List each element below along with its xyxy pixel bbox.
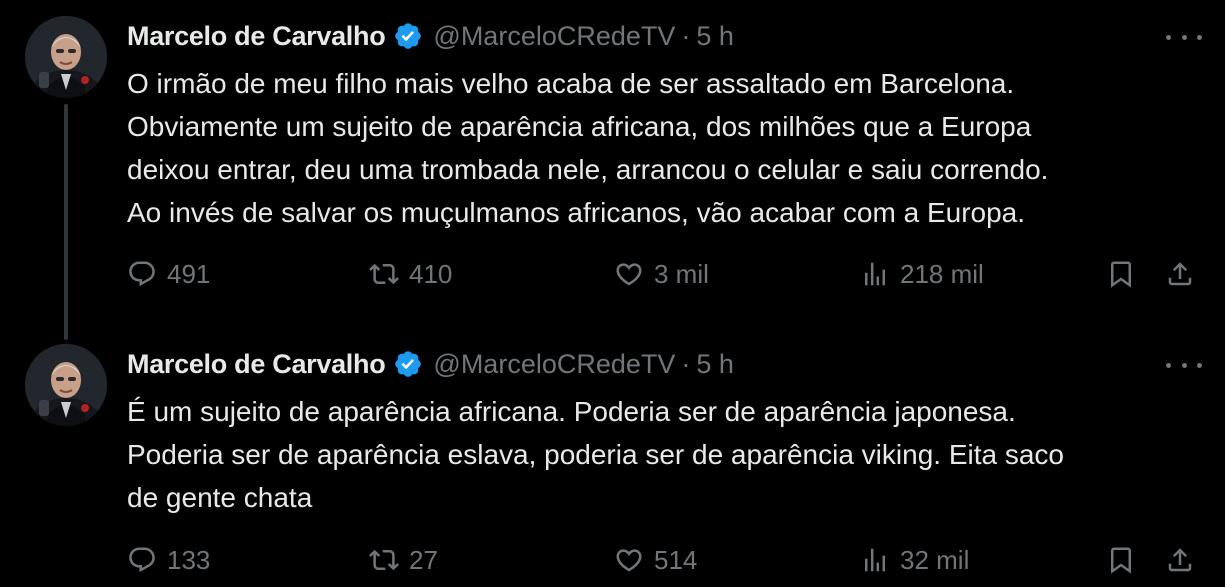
more-dots-icon[interactable] <box>1166 355 1202 375</box>
like-button[interactable]: 3 mil <box>614 254 709 294</box>
author-handle[interactable]: @MarceloCRedeTV <box>433 349 675 380</box>
bookmark-icon <box>1106 545 1136 575</box>
tweet-text-line: O irmão de meu filho mais velho acaba de… <box>127 68 1015 99</box>
tweet-actions: 133 27 514 32 mil <box>0 540 1225 580</box>
timestamp[interactable]: 5 h <box>696 349 734 380</box>
views-button[interactable]: 218 mil <box>860 254 984 294</box>
repost-button[interactable]: 410 <box>369 254 452 294</box>
tweet[interactable]: Marcelo de Carvalho @MarceloCRedeTV · 5 … <box>0 320 1225 587</box>
view-count: 32 mil <box>900 544 970 575</box>
tweet-header: Marcelo de Carvalho @MarceloCRedeTV · 5 … <box>127 344 734 384</box>
bookmark-button[interactable] <box>1106 254 1136 294</box>
verified-badge-icon <box>393 349 423 379</box>
tweet-text-line: Ao invés de salvar os muçulmanos african… <box>127 197 1026 228</box>
views-chart-icon <box>860 545 890 575</box>
avatar[interactable] <box>25 344 107 426</box>
thread-connector-line <box>64 104 68 340</box>
tweet-actions: 491 410 3 mil 218 mil <box>0 254 1225 294</box>
like-count: 3 mil <box>654 258 709 289</box>
more-dots-icon[interactable] <box>1166 27 1202 47</box>
tweet-text: É um sujeito de aparência africana. Pode… <box>127 390 1197 519</box>
views-button[interactable]: 32 mil <box>860 540 969 580</box>
author-handle[interactable]: @MarceloCRedeTV <box>433 21 675 52</box>
tweet-text-line: É um sujeito de aparência africana. Pode… <box>127 396 1016 427</box>
tweet-text: O irmão de meu filho mais velho acaba de… <box>127 62 1197 234</box>
tweet-text-line: Poderia ser de aparência eslava, poderia… <box>127 439 1065 470</box>
tweet-header: Marcelo de Carvalho @MarceloCRedeTV · 5 … <box>127 16 734 56</box>
heart-icon <box>614 545 644 575</box>
dot <box>1197 34 1202 40</box>
reply-icon <box>127 259 157 289</box>
separator-dot: · <box>681 348 691 379</box>
share-icon <box>1165 545 1195 575</box>
repost-count: 27 <box>409 544 438 575</box>
heart-icon <box>614 259 644 289</box>
avatar[interactable] <box>25 16 107 98</box>
repost-button[interactable]: 27 <box>369 540 438 580</box>
reply-icon <box>127 545 157 575</box>
repost-icon <box>369 259 399 289</box>
repost-count: 410 <box>409 258 453 289</box>
share-icon <box>1165 259 1195 289</box>
avatar-image <box>25 344 107 426</box>
share-button[interactable] <box>1165 254 1195 294</box>
tweet-text-line: deixou entrar, deu uma trombada nele, ar… <box>127 154 1049 185</box>
repost-icon <box>369 545 399 575</box>
reply-count: 133 <box>167 544 211 575</box>
bookmark-icon <box>1106 259 1136 289</box>
share-button[interactable] <box>1165 540 1195 580</box>
view-count: 218 mil <box>900 258 984 289</box>
dot <box>1181 34 1187 40</box>
author-display-name[interactable]: Marcelo de Carvalho <box>127 349 386 380</box>
timestamp[interactable]: 5 h <box>696 21 734 52</box>
verified-badge-icon <box>393 21 423 51</box>
dot <box>1166 34 1171 40</box>
tweet[interactable]: Marcelo de Carvalho @MarceloCRedeTV · 5 … <box>0 0 1225 340</box>
dot <box>1181 362 1187 368</box>
reply-count: 491 <box>167 258 211 289</box>
avatar-image <box>25 16 107 98</box>
views-chart-icon <box>860 259 890 289</box>
separator-dot: · <box>681 20 691 51</box>
dot <box>1166 362 1171 368</box>
like-count: 514 <box>654 544 698 575</box>
tweet-text-line: de gente chata <box>127 482 313 513</box>
dot <box>1197 362 1202 368</box>
tweet-text-line: Obviamente um sujeito de aparência afric… <box>127 111 1032 142</box>
author-display-name[interactable]: Marcelo de Carvalho <box>127 21 386 52</box>
reply-button[interactable]: 491 <box>127 254 210 294</box>
like-button[interactable]: 514 <box>614 540 697 580</box>
reply-button[interactable]: 133 <box>127 540 210 580</box>
bookmark-button[interactable] <box>1106 540 1136 580</box>
